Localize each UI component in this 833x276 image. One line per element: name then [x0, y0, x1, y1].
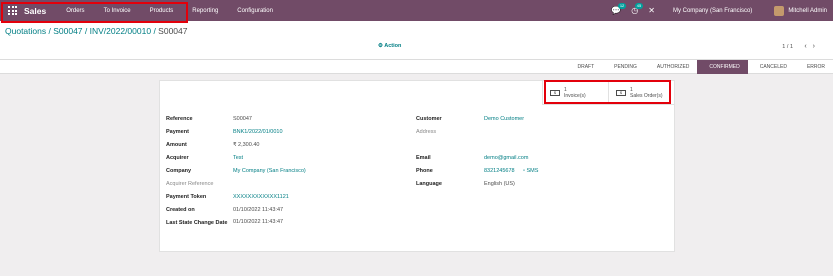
control-panel: Quotations / S00047 / INV/2022/00010 / S…: [0, 21, 833, 60]
user-menu[interactable]: Mitchell Admin: [788, 8, 827, 14]
reference-value: S00047: [233, 116, 252, 122]
breadcrumb-quotations[interactable]: Quotations: [5, 26, 46, 36]
avatar[interactable]: [774, 5, 785, 16]
email-link[interactable]: demo@gmail.com: [484, 155, 528, 161]
status-bar: DRAFT PENDING AUTHORIZED CONFIRMED CANCE…: [0, 60, 833, 74]
action-label: Action: [384, 43, 402, 49]
systray: 💬 12 ◷ 45 ✕ My Company (San Francisco) Mit…: [611, 0, 833, 21]
chat-icon[interactable]: 💬 12: [611, 3, 627, 15]
menu-reporting[interactable]: Reporting: [192, 8, 218, 14]
smart-buttons-highlight: [544, 80, 671, 104]
payment-token-link[interactable]: XXXXXXXXXXXX1121: [233, 194, 289, 200]
status-pending[interactable]: PENDING: [602, 60, 645, 74]
company-switcher[interactable]: My Company (San Francisco): [673, 8, 752, 14]
language-value: English (US): [484, 181, 515, 187]
action-menu[interactable]: ⚙ Action: [378, 43, 401, 49]
acquirer-label: Acquirer: [166, 155, 189, 161]
company-link[interactable]: My Company (San Francisco): [233, 168, 306, 174]
pager-buttons: ‹›: [804, 43, 821, 50]
status-canceled[interactable]: CANCELED: [748, 60, 795, 74]
customer-link[interactable]: Demo Customer: [484, 116, 524, 122]
breadcrumb-order[interactable]: S00047: [53, 26, 82, 36]
activity-badge: 45: [634, 3, 644, 9]
sms-label: SMS: [526, 168, 539, 174]
pager-prev-icon[interactable]: ‹: [804, 43, 812, 50]
status-steps: DRAFT PENDING AUTHORIZED CONFIRMED CANCE…: [565, 60, 833, 74]
status-confirmed[interactable]: CONFIRMED: [697, 60, 748, 74]
sms-button[interactable]: ▫ SMS: [523, 168, 538, 174]
company-label: Company: [166, 168, 192, 174]
amount-label: Amount: [166, 142, 187, 148]
chat-badge: 12: [617, 3, 627, 9]
pager-value[interactable]: 1 / 1: [782, 44, 793, 50]
customer-label: Customer: [416, 116, 442, 122]
status-error[interactable]: ERROR: [795, 60, 833, 74]
menu-configuration[interactable]: Configuration: [237, 8, 273, 14]
payment-token-label: Payment Token: [166, 194, 207, 200]
sms-icon: ▫: [523, 168, 525, 174]
payment-label: Payment: [166, 129, 189, 135]
activity-clock-icon[interactable]: ◷ 45: [631, 3, 644, 15]
created-on-label: Created on: [166, 207, 195, 213]
status-draft[interactable]: DRAFT: [565, 60, 602, 74]
created-on-value: 01/10/2022 11:43:47: [233, 207, 284, 213]
status-authorized[interactable]: AUTHORIZED: [645, 60, 698, 74]
payment-link[interactable]: BNK1/2022/01/0010: [233, 129, 283, 135]
breadcrumb-highlight: [1, 2, 188, 23]
address-label: Address: [416, 129, 437, 135]
phone-label: Phone: [416, 168, 433, 174]
amount-value: ₹ 2,300.40: [233, 142, 260, 148]
debug-tools-icon[interactable]: ✕: [648, 6, 655, 15]
form-sheet: $ 1 Invoice(s) $ 1 Sales Order(s): [159, 80, 675, 252]
breadcrumb: Quotations / S00047 / INV/2022/00010 / S…: [5, 26, 188, 36]
email-label: Email: [416, 155, 431, 161]
acquirer-reference-label: Acquirer Reference: [166, 181, 214, 187]
last-state-change-label: Last State Change Date: [166, 220, 228, 226]
acquirer-link[interactable]: Test: [233, 155, 243, 161]
language-label: Language: [416, 181, 442, 187]
reference-label: Reference: [166, 116, 193, 122]
breadcrumb-current: S00047: [158, 26, 188, 36]
pager-next-icon[interactable]: ›: [813, 43, 821, 50]
phone-link[interactable]: 8321245678: [484, 168, 515, 174]
breadcrumb-invoice[interactable]: INV/2022/00010: [90, 26, 151, 36]
last-state-change-value: 01/10/2022 11:43:47: [233, 219, 284, 225]
